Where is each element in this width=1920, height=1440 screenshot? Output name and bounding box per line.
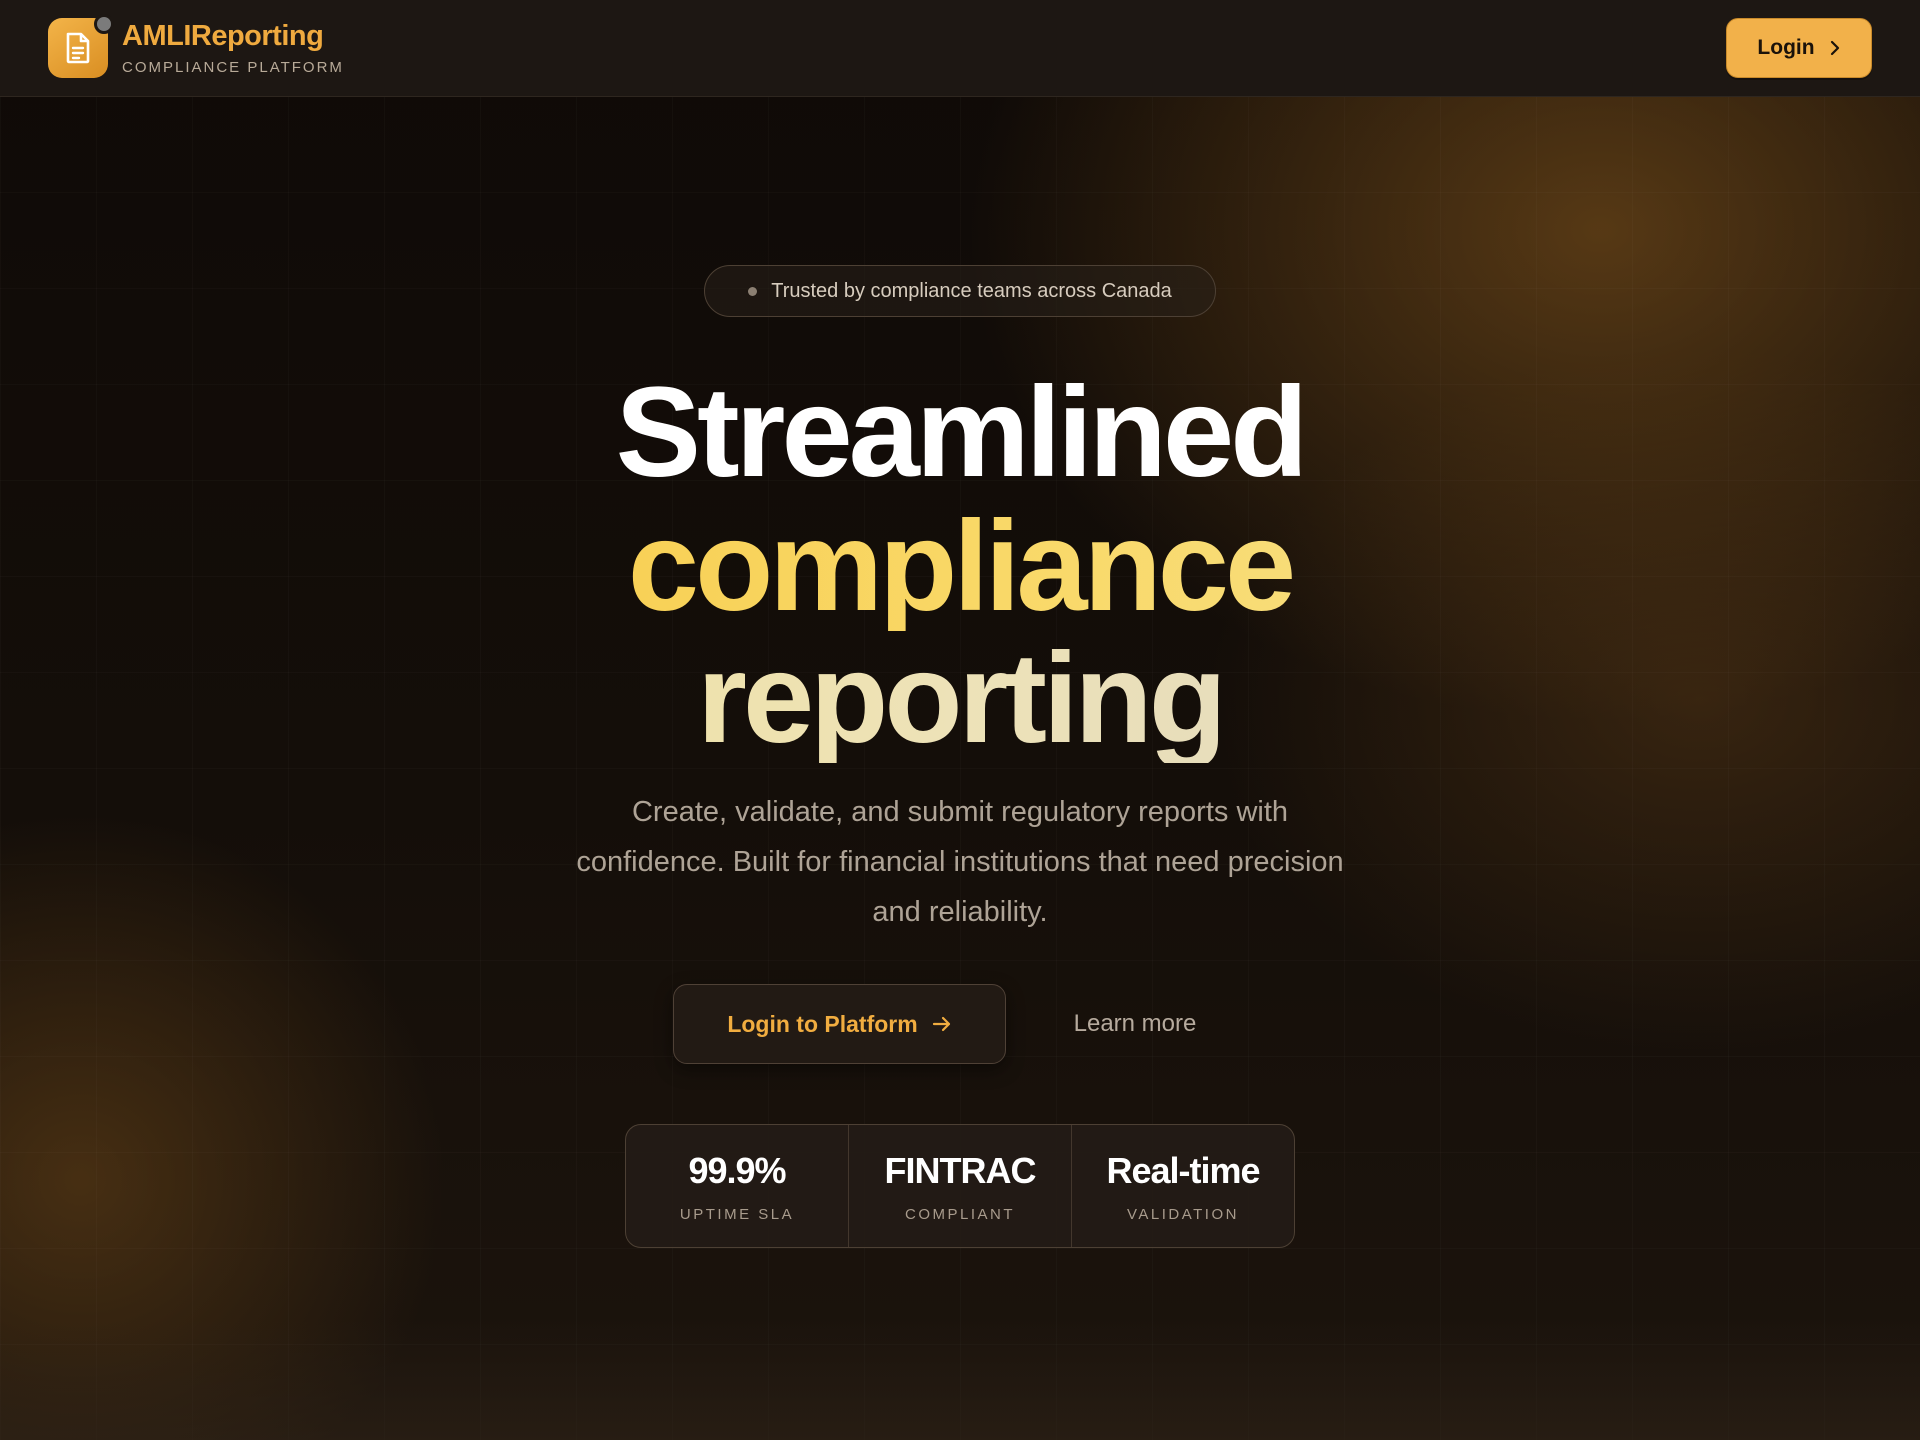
login-to-platform-button[interactable]: Login to Platform [673, 984, 1006, 1064]
brand[interactable]: AMLIReporting COMPLIANCE PLATFORM [48, 14, 344, 78]
top-navbar: AMLIReporting COMPLIANCE PLATFORM Login [0, 0, 1920, 97]
hero-section: Trusted by compliance teams across Canad… [0, 97, 1920, 1440]
chevron-right-icon [1830, 40, 1839, 56]
stat-realtime: Real-time VALIDATION [1071, 1125, 1294, 1247]
trust-badge: Trusted by compliance teams across Canad… [704, 265, 1216, 317]
cta-label: Login to Platform [727, 1010, 918, 1037]
status-dot [94, 14, 114, 34]
login-button-label: Login [1757, 36, 1815, 59]
stat-label: COMPLIANT [904, 1205, 1015, 1223]
trust-badge-text: Trusted by compliance teams across Canad… [771, 279, 1172, 302]
headline-line-3: reporting [0, 635, 1920, 763]
stat-label: UPTIME SLA [679, 1205, 795, 1223]
stat-label: VALIDATION [1127, 1205, 1239, 1223]
hero-description: Create, validate, and submit regulatory … [576, 796, 1344, 928]
stat-uptime: 99.9% UPTIME SLA [626, 1125, 848, 1247]
stat-value: FINTRAC [884, 1149, 1037, 1191]
arrow-right-icon [932, 1016, 950, 1032]
badge-dot-icon [748, 286, 758, 296]
brand-name: AMLIReporting [122, 20, 324, 52]
learn-more-link[interactable]: Learn more [1060, 1006, 1210, 1042]
stat-value: 99.9% [688, 1149, 786, 1191]
headline-line-2: compliance [0, 503, 1920, 631]
brand-subtitle: COMPLIANCE PLATFORM [122, 59, 344, 76]
stat-value: Real-time [1106, 1149, 1260, 1191]
login-button[interactable]: Login [1726, 18, 1872, 78]
headline-line-1: Streamlined [615, 361, 1309, 504]
stats-panel: 99.9% UPTIME SLA FINTRAC COMPLIANT Real-… [625, 1124, 1295, 1248]
document-icon-glyph [66, 32, 90, 64]
stat-fintrac: FINTRAC COMPLIANT [848, 1125, 1071, 1247]
document-icon [48, 14, 114, 78]
